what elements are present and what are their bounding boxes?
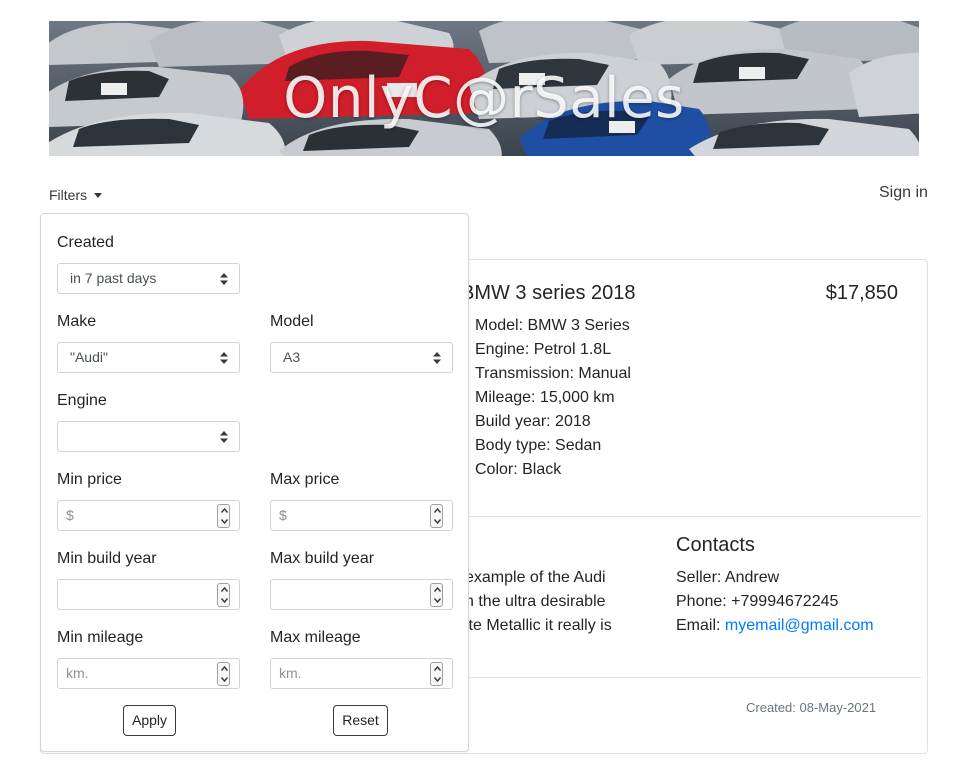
- spec-model: Model: BMW 3 Series: [475, 317, 630, 334]
- min-price-placeholder: $: [66, 507, 74, 523]
- min-price-input[interactable]: $: [57, 500, 240, 531]
- model-label: Model: [270, 313, 314, 330]
- select-arrows-icon: [433, 352, 441, 364]
- spinner-arrows-icon: [220, 586, 229, 604]
- spec-transmission: Transmission: Manual: [475, 365, 631, 382]
- spec-list: Model: BMW 3 Series Engine: Petrol 1.8L …: [475, 314, 631, 482]
- spec-body-type: Body type: Sedan: [475, 437, 602, 454]
- created-date: Created: 08-May-2021: [746, 700, 877, 715]
- site-title: OnlyC@rSales: [283, 66, 685, 131]
- seller-name: Seller: Andrew: [676, 569, 780, 586]
- filters-dropdown-toggle[interactable]: Filters: [49, 187, 103, 203]
- min-price-label: Min price: [57, 471, 122, 488]
- make-select-value: "Audi": [70, 349, 108, 365]
- footer-divider: [461, 677, 921, 678]
- select-arrows-icon: [220, 273, 228, 285]
- spec-build-year: Build year: 2018: [475, 413, 591, 430]
- min-mileage-input[interactable]: km.: [57, 658, 240, 689]
- listing-price: $17,850: [825, 282, 898, 304]
- number-spinner[interactable]: [217, 504, 230, 528]
- spinner-arrows-icon: [220, 507, 229, 525]
- reset-button[interactable]: Reset: [333, 705, 388, 736]
- max-mileage-input[interactable]: km.: [270, 658, 453, 689]
- description-line: example of the Audi: [465, 569, 606, 586]
- spinner-arrows-icon: [220, 665, 229, 683]
- spinner-arrows-icon: [433, 665, 442, 683]
- caret-down-icon: [94, 193, 103, 198]
- filters-label: Filters: [49, 187, 88, 203]
- min-mileage-label: Min mileage: [57, 629, 144, 646]
- number-spinner[interactable]: [217, 662, 230, 686]
- make-select[interactable]: "Audi": [57, 342, 240, 373]
- number-spinner[interactable]: [430, 662, 443, 686]
- engine-label: Engine: [57, 392, 107, 409]
- seller-email-row: Email: myemail@gmail.com: [676, 614, 874, 638]
- email-label: Email:: [676, 617, 725, 634]
- select-arrows-icon: [220, 431, 228, 443]
- description-line: ite Metallic it really is: [465, 617, 612, 634]
- description-line: n the ultra desirable: [465, 593, 606, 610]
- sign-in-link[interactable]: Sign in: [879, 184, 928, 202]
- listing-description: example of the Audi n the ultra desirabl…: [465, 566, 641, 638]
- min-mileage-placeholder: km.: [66, 665, 89, 681]
- number-spinner[interactable]: [430, 504, 443, 528]
- engine-select[interactable]: [57, 421, 240, 452]
- model-select-value: A3: [283, 349, 301, 365]
- listing-title[interactable]: BMW 3 series 2018: [461, 282, 636, 305]
- email-link[interactable]: myemail@gmail.com: [725, 617, 874, 634]
- created-label: Created: [57, 234, 114, 251]
- spec-mileage: Mileage: 15,000 km: [475, 389, 615, 406]
- spec-color: Color: Black: [475, 461, 562, 478]
- spec-engine: Engine: Petrol 1.8L: [475, 341, 612, 358]
- model-select[interactable]: A3: [270, 342, 453, 373]
- section-divider: [461, 516, 921, 517]
- contacts-heading: Contacts: [676, 534, 755, 556]
- max-mileage-placeholder: km.: [279, 665, 302, 681]
- spinner-arrows-icon: [433, 507, 442, 525]
- max-build-year-input[interactable]: [270, 579, 453, 610]
- max-price-label: Max price: [270, 471, 340, 488]
- apply-button[interactable]: Apply: [123, 705, 176, 736]
- site-banner: OnlyC@rSales: [49, 21, 919, 156]
- spinner-arrows-icon: [433, 586, 442, 604]
- created-select-value: in 7 past days: [70, 270, 157, 286]
- created-select[interactable]: in 7 past days: [57, 263, 240, 294]
- min-build-year-input[interactable]: [57, 579, 240, 610]
- select-arrows-icon: [220, 352, 228, 364]
- max-price-input[interactable]: $: [270, 500, 453, 531]
- filters-panel: Created in 7 past days Make Model "Audi"…: [40, 213, 469, 752]
- min-build-year-label: Min build year: [57, 550, 157, 567]
- max-price-placeholder: $: [279, 507, 287, 523]
- make-label: Make: [57, 313, 97, 330]
- contacts-block: Seller: Andrew Phone: +79994672245 Email…: [676, 566, 874, 638]
- seller-phone: Phone: +79994672245: [676, 593, 839, 610]
- max-mileage-label: Max mileage: [270, 629, 361, 646]
- number-spinner[interactable]: [430, 583, 443, 607]
- max-build-year-label: Max build year: [270, 550, 375, 567]
- number-spinner[interactable]: [217, 583, 230, 607]
